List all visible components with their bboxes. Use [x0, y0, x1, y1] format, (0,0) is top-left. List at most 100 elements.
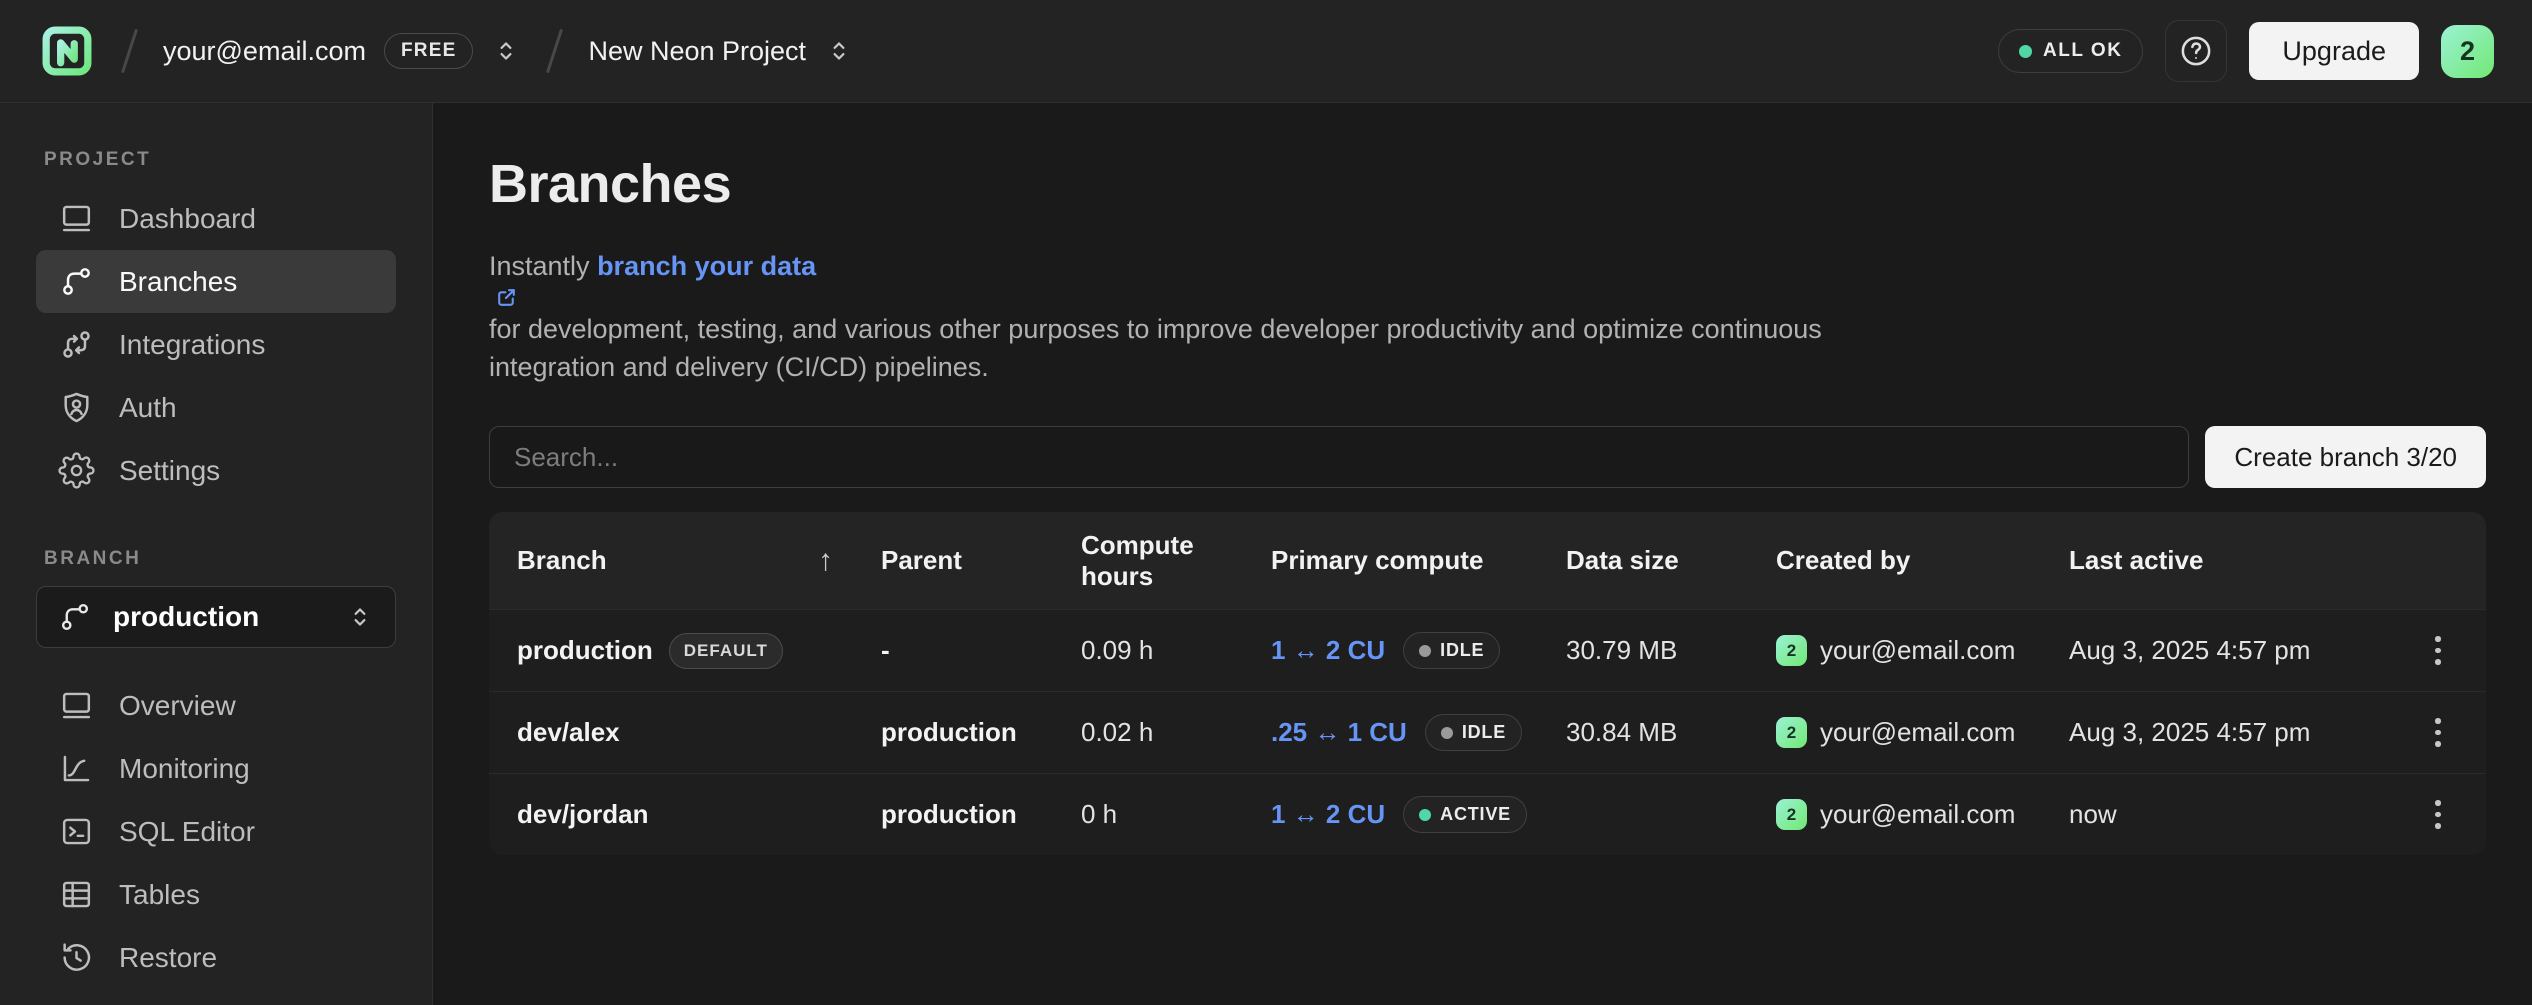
sort-ascending-icon[interactable]: ↑	[818, 544, 833, 578]
column-label: Compute hours	[1081, 530, 1221, 592]
sidebar-item-integrations[interactable]: Integrations	[36, 313, 396, 376]
org-selector[interactable]: your@email.com FREE	[163, 33, 521, 69]
branch-icon	[58, 263, 95, 300]
integrations-icon	[58, 326, 95, 363]
sidebar-item-tables[interactable]: Tables	[36, 863, 396, 926]
created-by-cell: 2 your@email.com	[1776, 717, 2069, 748]
table-row-production[interactable]: production DEFAULT - 0.09 h 1 ↔ 2 CU IDL…	[489, 609, 2486, 691]
sidebar-item-label: Monitoring	[119, 753, 250, 785]
primary-compute-cell: 1 ↔ 2 CU ACTIVE	[1271, 796, 1566, 833]
last-active-cell: Aug 3, 2025 4:57 pm	[2069, 717, 2390, 748]
sidebar-item-label: Settings	[119, 455, 220, 487]
compute-units-link[interactable]: .25 ↔ 1 CU	[1271, 717, 1407, 748]
status-pill[interactable]: ALL OK	[1998, 29, 2143, 73]
upgrade-button[interactable]: Upgrade	[2249, 22, 2419, 80]
column-header-created-by: Created by	[1776, 545, 2069, 576]
page-description: Instantly branch your data for developme…	[489, 247, 1934, 386]
sidebar-item-auth[interactable]: Auth	[36, 376, 396, 439]
column-header-parent: Parent	[881, 545, 1081, 576]
column-label: Branch	[517, 545, 607, 576]
data-size-cell: 30.84 MB	[1566, 717, 1776, 748]
top-bar-actions: ALL OK Upgrade 2	[1998, 20, 2494, 82]
branch-your-data-link[interactable]: branch your data	[489, 251, 1934, 310]
help-button[interactable]	[2165, 20, 2227, 82]
compute-units-link[interactable]: 1 ↔ 2 CU	[1271, 635, 1385, 666]
dashboard-icon	[58, 200, 95, 237]
sql-editor-terminal-icon	[58, 813, 95, 850]
sidebar-item-label: Dashboard	[119, 203, 256, 235]
primary-compute-cell: 1 ↔ 2 CU IDLE	[1271, 632, 1566, 669]
created-by-cell: 2 your@email.com	[1776, 799, 2069, 830]
project-name: New Neon Project	[588, 36, 806, 67]
sidebar-item-label: Auth	[119, 392, 177, 424]
compute-hours-cell: 0.02 h	[1081, 717, 1271, 748]
sidebar-item-overview[interactable]: Overview	[36, 674, 396, 737]
parent-cell: production	[881, 799, 1081, 830]
creator-avatar: 2	[1776, 635, 1807, 666]
org-email: your@email.com	[163, 36, 366, 67]
parent-cell: -	[881, 635, 1081, 666]
state-dot-icon	[1419, 809, 1431, 821]
state-dot-icon	[1419, 645, 1431, 657]
sidebar-item-dashboard[interactable]: Dashboard	[36, 187, 396, 250]
project-section-label: PROJECT	[44, 149, 396, 171]
link-text: branch your data	[597, 251, 816, 281]
compute-hours-cell: 0.09 h	[1081, 635, 1271, 666]
column-header-compute-hours: Compute hours	[1081, 530, 1271, 592]
chevron-up-down-icon	[491, 36, 521, 66]
table-header-row: Branch ↑ Parent Compute hours Primary co…	[489, 512, 2486, 609]
row-actions-kebab-icon[interactable]	[2425, 790, 2451, 839]
row-actions-kebab-icon[interactable]	[2425, 626, 2451, 675]
user-avatar[interactable]: 2	[2441, 25, 2494, 78]
sidebar-item-label: Overview	[119, 690, 236, 722]
description-prefix: Instantly	[489, 251, 597, 281]
sidebar-item-restore[interactable]: Restore	[36, 926, 396, 989]
sidebar-item-label: SQL Editor	[119, 816, 255, 848]
column-header-last-active: Last active	[2069, 545, 2390, 576]
question-circle-icon	[2177, 32, 2215, 70]
sidebar-item-monitoring[interactable]: Monitoring	[36, 737, 396, 800]
status-label: ALL OK	[2043, 40, 2122, 62]
sidebar-item-settings[interactable]: Settings	[36, 439, 396, 502]
sidebar-item-branches[interactable]: Branches	[36, 250, 396, 313]
creator-avatar: 2	[1776, 799, 1807, 830]
last-active-cell: Aug 3, 2025 4:57 pm	[2069, 635, 2390, 666]
branch-cell: production DEFAULT	[517, 633, 881, 669]
state-label: IDLE	[1440, 640, 1484, 661]
compute-hours-cell: 0 h	[1081, 799, 1271, 830]
created-by-cell: 2 your@email.com	[1776, 635, 2069, 666]
state-dot-icon	[1441, 727, 1453, 739]
project-selector[interactable]: New Neon Project	[588, 36, 854, 67]
last-active-cell: now	[2069, 799, 2390, 830]
state-badge-idle: IDLE	[1403, 632, 1500, 669]
state-badge-idle: IDLE	[1425, 714, 1522, 751]
sidebar-item-label: Branches	[119, 266, 237, 298]
description-suffix: for development, testing, and various ot…	[489, 314, 1822, 382]
parent-cell: production	[881, 717, 1081, 748]
data-size-cell: 30.79 MB	[1566, 635, 1776, 666]
top-bar: your@email.com FREE New Neon Project ALL…	[0, 0, 2532, 103]
restore-history-icon	[58, 939, 95, 976]
neon-logo-icon	[38, 22, 96, 80]
compute-units-link[interactable]: 1 ↔ 2 CU	[1271, 799, 1385, 830]
branch-section-label: BRANCH	[44, 548, 396, 570]
creator-avatar: 2	[1776, 717, 1807, 748]
create-branch-button[interactable]: Create branch 3/20	[2205, 426, 2486, 488]
column-header-branch[interactable]: Branch ↑	[517, 544, 881, 578]
column-header-primary-compute: Primary compute	[1271, 545, 1566, 576]
state-label: ACTIVE	[1440, 804, 1511, 825]
default-badge: DEFAULT	[669, 633, 783, 669]
table-row-dev-alex[interactable]: dev/alex production 0.02 h .25 ↔ 1 CU ID…	[489, 691, 2486, 773]
branch-icon	[57, 599, 93, 635]
tables-grid-icon	[58, 876, 95, 913]
sidebar-item-label: Restore	[119, 942, 217, 974]
search-input[interactable]	[489, 426, 2189, 488]
creator-email: your@email.com	[1820, 799, 2015, 830]
row-actions-kebab-icon[interactable]	[2425, 708, 2451, 757]
neon-logo[interactable]	[38, 22, 96, 80]
sidebar-item-sql-editor[interactable]: SQL Editor	[36, 800, 396, 863]
branch-selector[interactable]: production	[36, 586, 396, 648]
state-badge-active: ACTIVE	[1403, 796, 1527, 833]
table-row-dev-jordan[interactable]: dev/jordan production 0 h 1 ↔ 2 CU ACTIV…	[489, 773, 2486, 855]
primary-compute-cell: .25 ↔ 1 CU IDLE	[1271, 714, 1566, 751]
